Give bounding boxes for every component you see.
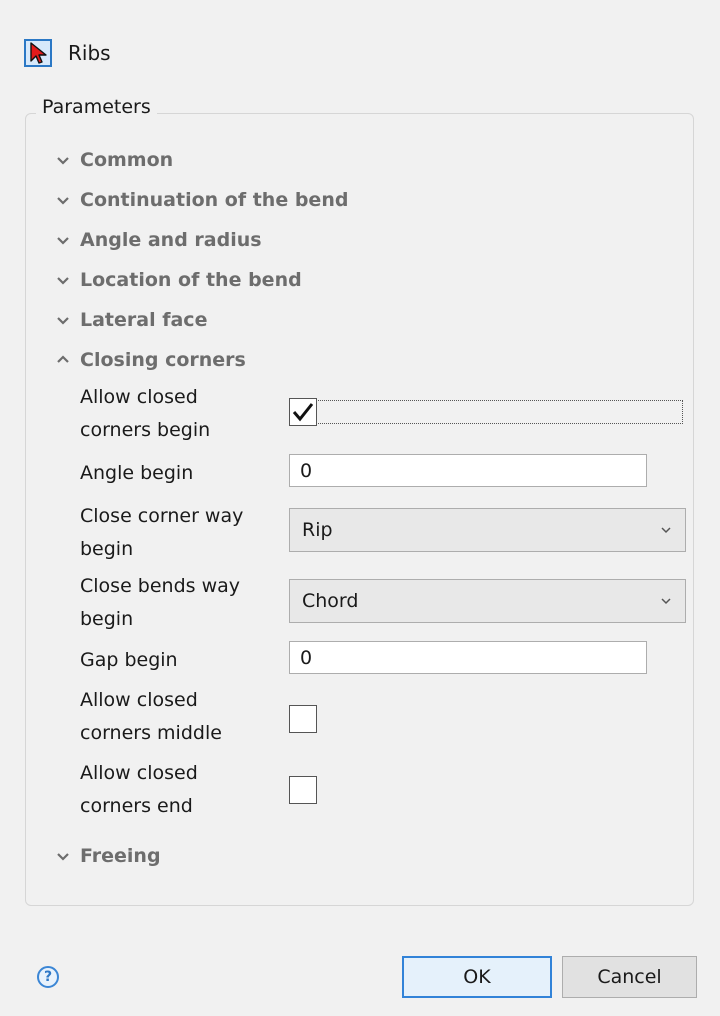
close-bends-way-begin-select[interactable]: Chord: [289, 579, 686, 623]
section-continuation-of-the-bend[interactable]: Continuation of the bend: [54, 185, 348, 215]
section-closing-corners[interactable]: Closing corners: [54, 345, 246, 375]
section-label: Closing corners: [80, 349, 246, 371]
select-value: Chord: [302, 590, 359, 612]
allow-closed-corners-middle-label: Allow closed corners middle: [80, 689, 222, 744]
section-label: Angle and radius: [80, 229, 262, 251]
cursor-arrow-icon[interactable]: [24, 39, 52, 67]
section-label: Location of the bend: [80, 269, 302, 291]
tool-header: Ribs: [24, 36, 111, 70]
section-label: Common: [80, 149, 174, 171]
section-common[interactable]: Common: [54, 145, 173, 175]
chevron-down-icon: [57, 317, 69, 325]
chevron-down-icon: [57, 277, 69, 285]
chevron-down-icon: [57, 853, 69, 861]
allow-closed-corners-end-label: Allow closed corners end: [80, 762, 198, 817]
allow-closed-corners-begin-checkbox[interactable]: [289, 398, 317, 426]
section-label: Lateral face: [80, 309, 208, 331]
help-icon[interactable]: ?: [37, 966, 59, 988]
allow-closed-corners-middle-checkbox[interactable]: [289, 705, 317, 733]
tool-title: Ribs: [68, 41, 111, 65]
angle-begin-label: Angle begin: [80, 462, 194, 484]
section-freeing[interactable]: Freeing: [54, 841, 161, 871]
parameters-legend: Parameters: [36, 94, 157, 120]
close-bends-way-begin-label: Close bends way begin: [80, 575, 241, 630]
angle-begin-input[interactable]: [289, 454, 647, 487]
section-label: Continuation of the bend: [80, 189, 349, 211]
allow-closed-corners-end-checkbox[interactable]: [289, 776, 317, 804]
gap-begin-label: Gap begin: [80, 649, 178, 671]
close-corner-way-begin-select[interactable]: Rip: [289, 508, 686, 552]
chevron-down-icon: [661, 598, 671, 605]
section-location-of-the-bend[interactable]: Location of the bend: [54, 265, 302, 295]
chevron-down-icon: [57, 237, 69, 245]
chevron-down-icon: [57, 197, 69, 205]
chevron-up-icon: [57, 355, 69, 363]
gap-begin-input[interactable]: [289, 641, 647, 674]
section-angle-and-radius[interactable]: Angle and radius: [54, 225, 262, 255]
checkmark-icon: [292, 403, 314, 422]
chevron-down-icon: [661, 527, 671, 534]
select-value: Rip: [302, 519, 333, 541]
focus-indicator: [289, 400, 683, 424]
section-label: Freeing: [80, 845, 161, 867]
allow-closed-corners-begin-label: Allow closed corners begin: [80, 386, 211, 441]
section-lateral-face[interactable]: Lateral face: [54, 305, 207, 335]
ok-button[interactable]: OK: [402, 956, 552, 998]
close-corner-way-begin-label: Close corner way begin: [80, 505, 244, 560]
chevron-down-icon: [57, 157, 69, 165]
cancel-button[interactable]: Cancel: [562, 956, 697, 998]
